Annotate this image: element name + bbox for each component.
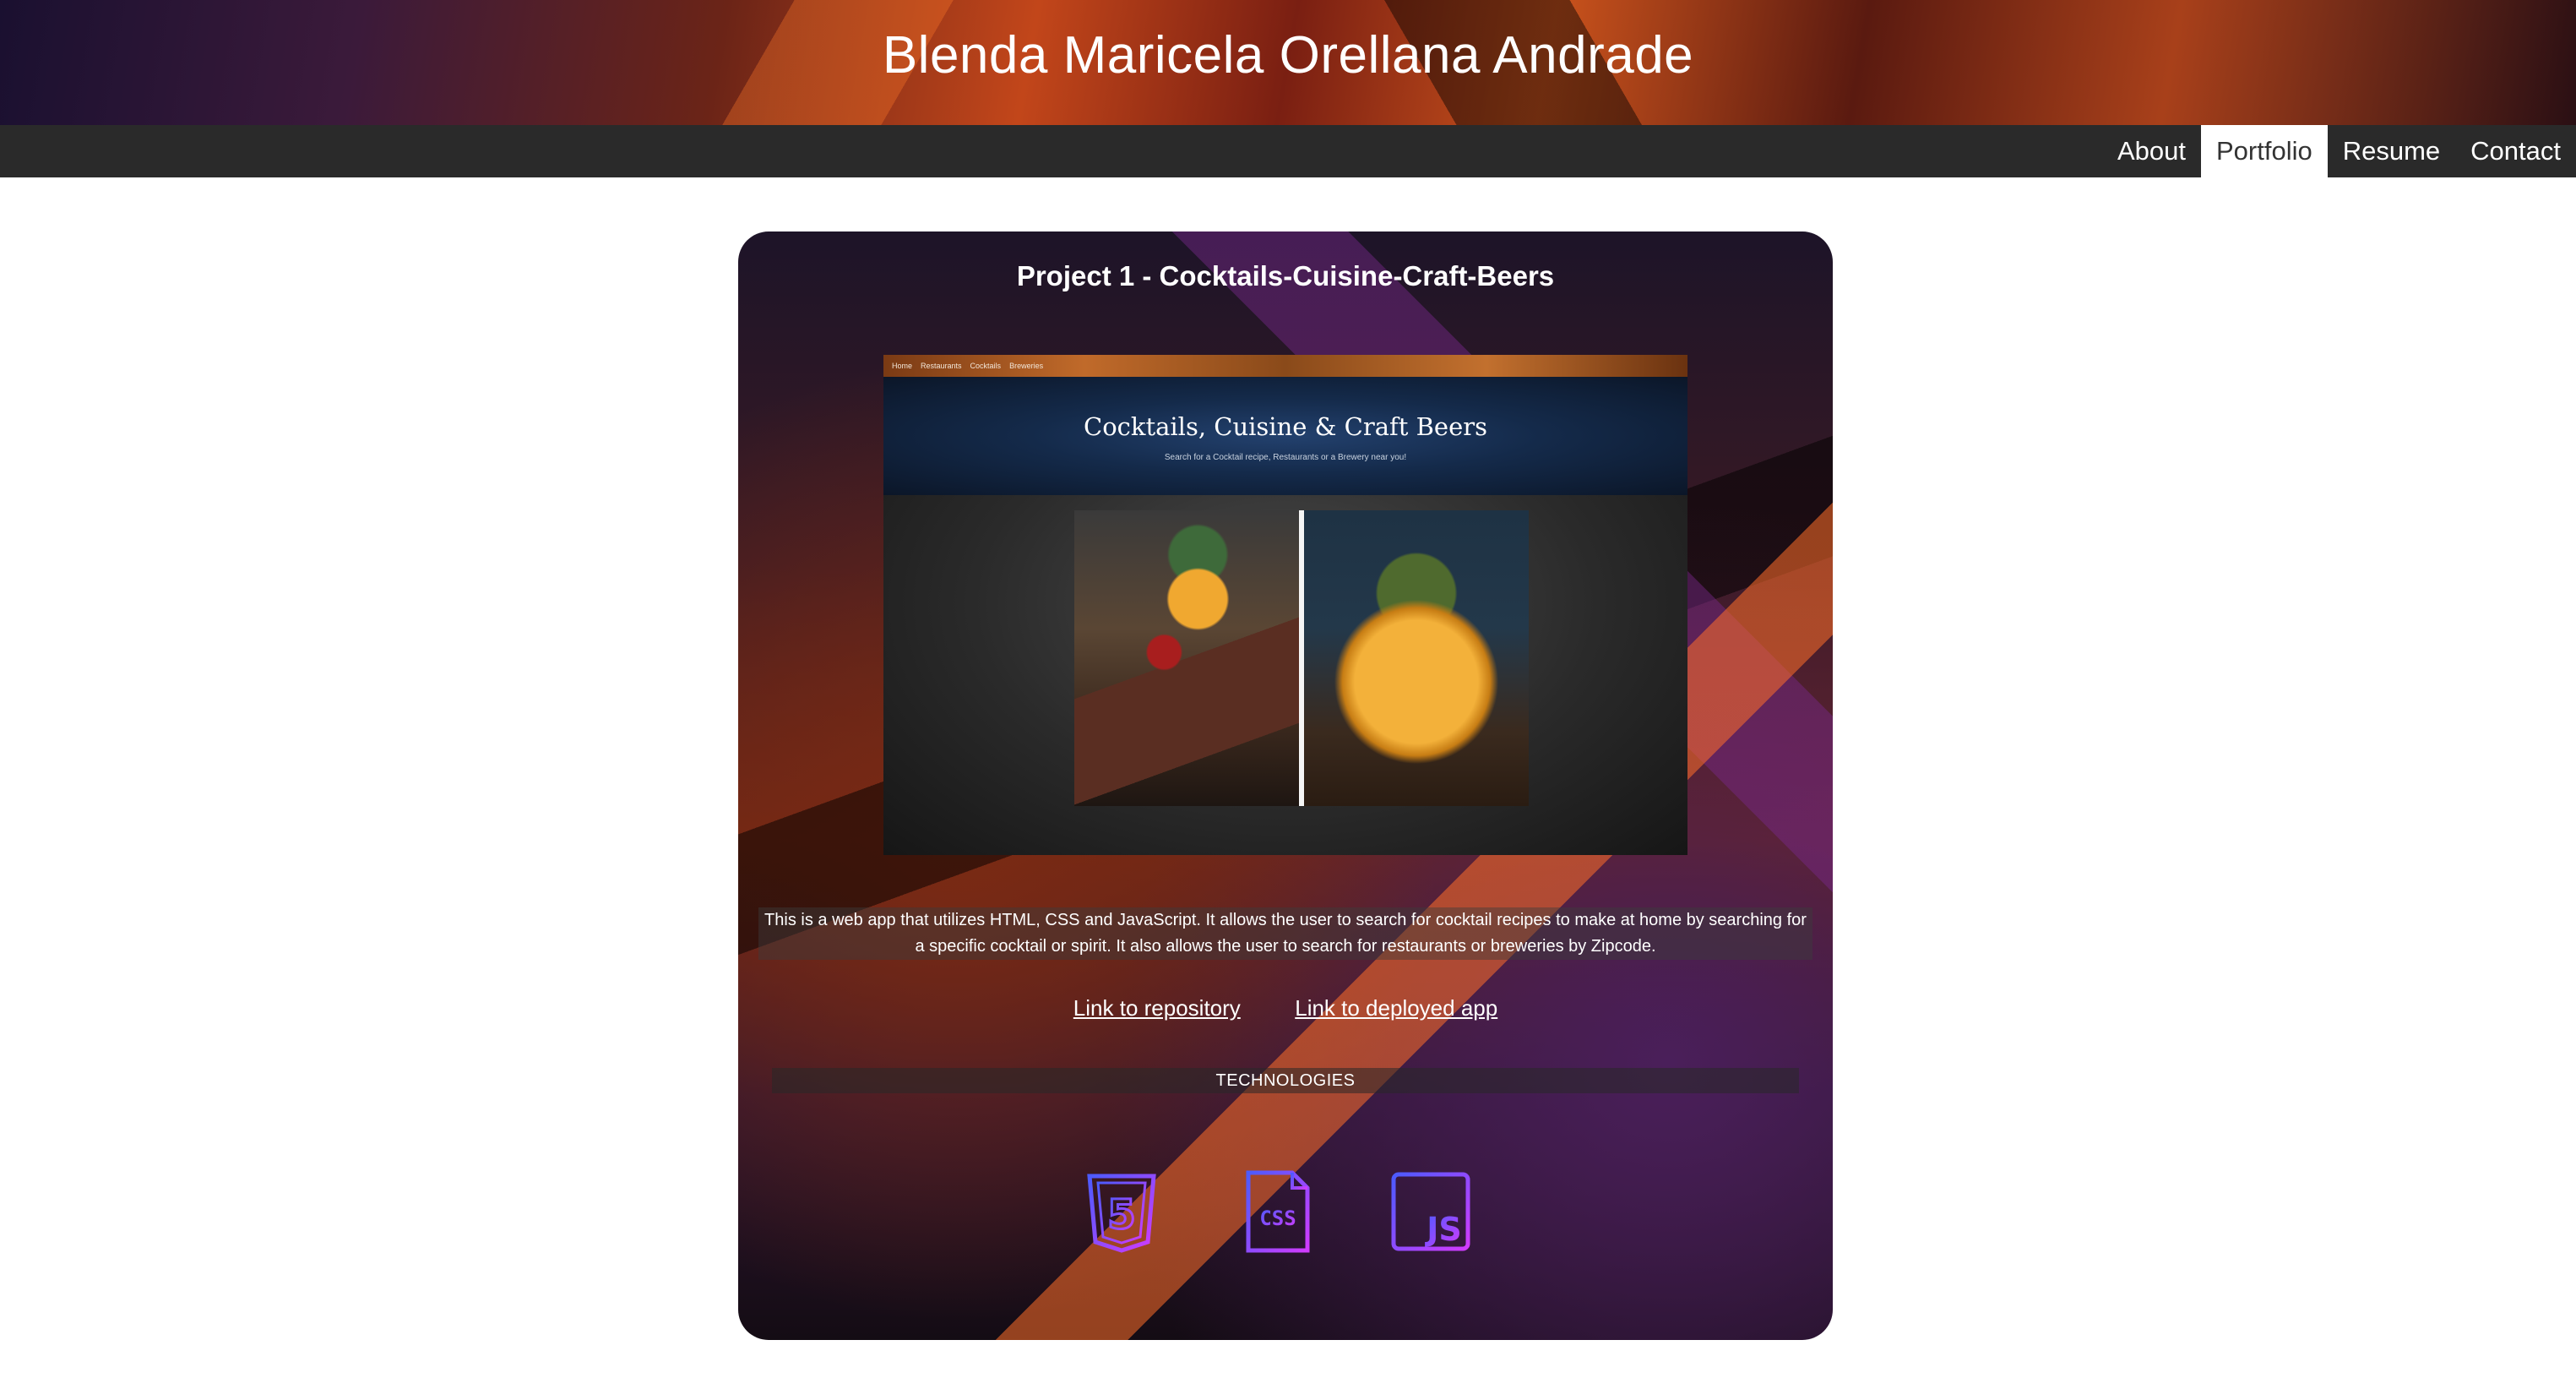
technologies-heading: TECHNOLOGIES bbox=[772, 1068, 1799, 1093]
deployed-app-link[interactable]: Link to deployed app bbox=[1295, 995, 1497, 1021]
food-photo bbox=[1074, 510, 1299, 806]
project-card: Project 1 - Cocktails-Cuisine-Craft-Beer… bbox=[738, 232, 1833, 1340]
technologies-icons: 5 CSS JS bbox=[738, 1169, 1833, 1262]
screenshot-nav: Home Restaurants Cocktails Breweries bbox=[883, 355, 1687, 377]
repository-link[interactable]: Link to repository bbox=[1073, 995, 1241, 1021]
site-title: Blenda Maricela Orellana Andrade bbox=[882, 26, 1694, 84]
nav-list: About Portfolio Resume Contact bbox=[2102, 125, 2576, 177]
screenshot-hero-title: Cocktails, Cuisine & Craft Beers bbox=[1084, 412, 1487, 441]
css-icon-text: CSS bbox=[1259, 1207, 1296, 1230]
project-description: This is a web app that utilizes HTML, CS… bbox=[758, 907, 1812, 960]
screenshot-body bbox=[883, 495, 1687, 855]
project-links: Link to repository Link to deployed app bbox=[738, 995, 1833, 1021]
project-screenshot: Home Restaurants Cocktails Breweries Coc… bbox=[883, 355, 1687, 855]
js-icon-text: JS bbox=[1424, 1211, 1462, 1248]
site-header: Blenda Maricela Orellana Andrade bbox=[0, 0, 2576, 125]
screenshot-nav-item: Breweries bbox=[1009, 362, 1044, 370]
screenshot-nav-item: Cocktails bbox=[970, 362, 1002, 370]
html5-icon: 5 bbox=[1087, 1174, 1156, 1253]
nav-item-contact[interactable]: Contact bbox=[2455, 125, 2576, 177]
nav-item-resume[interactable]: Resume bbox=[2328, 125, 2455, 177]
screenshot-hero: Cocktails, Cuisine & Craft Beers Search … bbox=[883, 377, 1687, 495]
screenshot-nav-item: Home bbox=[892, 362, 913, 370]
screenshot-nav-item: Restaurants bbox=[921, 362, 962, 370]
nav-item-about[interactable]: About bbox=[2102, 125, 2201, 177]
javascript-icon: JS bbox=[1391, 1172, 1470, 1251]
cocktail-photo bbox=[1299, 510, 1529, 806]
nav-item-portfolio[interactable]: Portfolio bbox=[2200, 125, 2328, 177]
project-title: Project 1 - Cocktails-Cuisine-Craft-Beer… bbox=[1016, 260, 1555, 291]
screenshot-hero-subtitle: Search for a Cocktail recipe, Restaurant… bbox=[1164, 453, 1407, 462]
navbar: About Portfolio Resume Contact bbox=[0, 125, 2576, 177]
html5-icon-text: 5 bbox=[1107, 1191, 1135, 1239]
css-file-icon: CSS bbox=[1246, 1170, 1310, 1253]
